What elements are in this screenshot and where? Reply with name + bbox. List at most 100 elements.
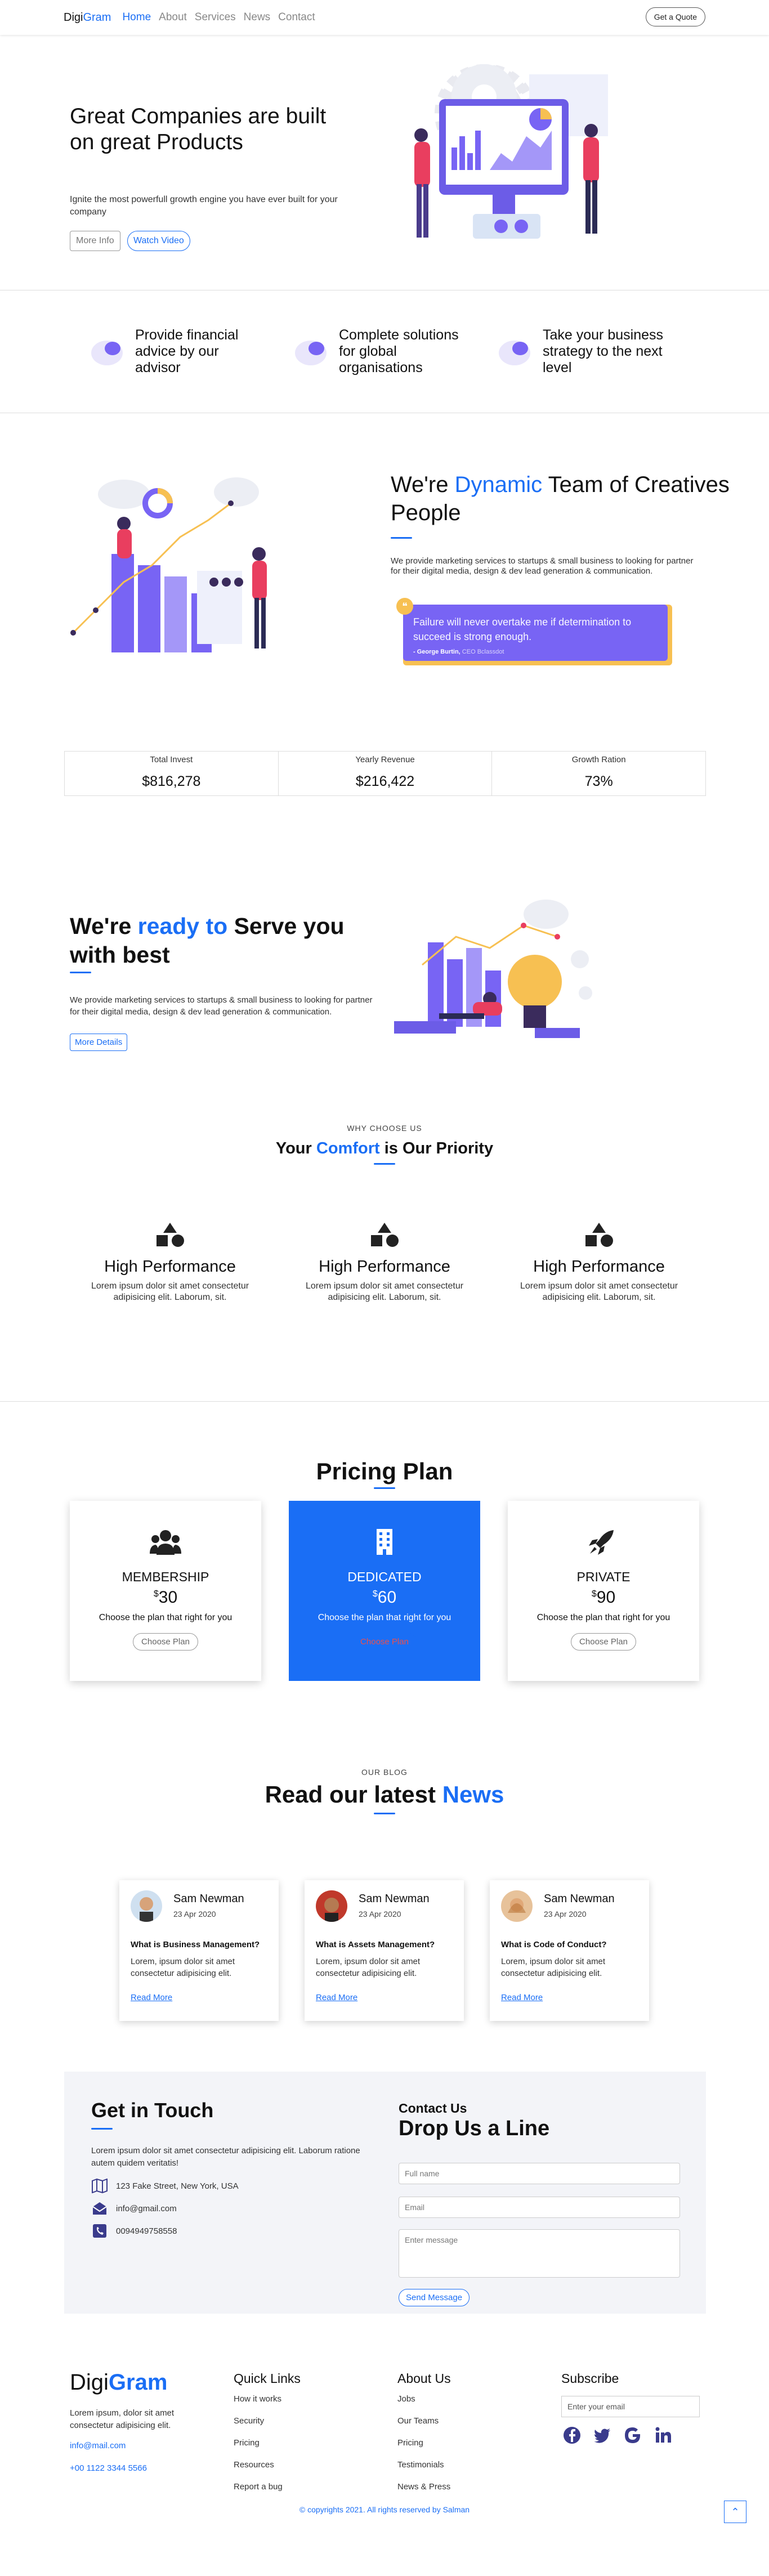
- stats-bar: Total Invest $816,278 Yearly Revenue $216,…: [64, 751, 706, 796]
- feature-blob-icon: [295, 341, 327, 365]
- choose-plan-button[interactable]: Choose Plan: [571, 1633, 636, 1651]
- stat-value: $216,422: [355, 773, 415, 789]
- hero-illustration: [388, 63, 625, 288]
- nav-home[interactable]: Home: [122, 11, 151, 24]
- send-message-button[interactable]: Send Message: [399, 2289, 470, 2306]
- google-icon[interactable]: [624, 2426, 642, 2444]
- quote-mark-icon: ❝: [396, 598, 413, 615]
- footer-link[interactable]: Testimonials: [397, 2460, 451, 2470]
- feature-item: Complete solutions for global organisati…: [294, 327, 474, 376]
- email-input[interactable]: Email: [399, 2197, 680, 2218]
- more-info-button[interactable]: More Info: [70, 231, 120, 251]
- contact-box: Get in Touch Lorem ipsum dolor sit amet …: [64, 2072, 706, 2314]
- nav-news[interactable]: News: [244, 11, 271, 24]
- footer-link[interactable]: Our Teams: [397, 2416, 451, 2426]
- nav-about[interactable]: About: [159, 11, 187, 24]
- message-textarea[interactable]: Enter message: [399, 2229, 680, 2278]
- footer-link[interactable]: Resources: [234, 2460, 301, 2470]
- feature-text: Provide financial advice by our advisor: [135, 327, 239, 375]
- plan-name: MEMBERSHIP: [122, 1569, 209, 1584]
- footer-link[interactable]: Pricing: [397, 2438, 451, 2448]
- footer-link[interactable]: News & Press: [397, 2482, 451, 2492]
- linkedin-icon[interactable]: [654, 2426, 672, 2444]
- read-more-link[interactable]: Read More: [131, 1993, 172, 2002]
- plan-currency: $: [372, 1589, 378, 1599]
- hero-subtitle: Ignite the most powerfull growth engine …: [70, 195, 338, 217]
- contact-address: 123 Fake Street, New York, USA: [91, 2179, 239, 2193]
- plan-desc: Choose the plan that right for you: [318, 1613, 451, 1622]
- footer-link[interactable]: Report a bug: [234, 2482, 301, 2492]
- envelope-open-icon: [92, 2202, 107, 2215]
- blog-date: 23 Apr 2020: [544, 1909, 587, 1918]
- blog-author: Sam Newman: [544, 1893, 615, 1905]
- footer-email[interactable]: info@mail.com: [70, 2441, 126, 2450]
- pricing-title: Pricing Plan: [316, 1458, 453, 1484]
- back-to-top-button[interactable]: ⌃: [724, 2501, 746, 2523]
- more-details-button[interactable]: More Details: [70, 1034, 128, 1051]
- blog-question: What is Assets Management?: [316, 1940, 435, 1949]
- address-text: 123 Fake Street, New York, USA: [116, 2181, 239, 2191]
- blog-question: What is Code of Conduct?: [501, 1940, 607, 1949]
- why-choose-section: WHY CHOOSE US Your Comfort is Our Priori…: [0, 1106, 769, 1401]
- full-name-input[interactable]: Full name: [399, 2163, 680, 2184]
- copyright-text: © copyrights 2021. All rights reserved b…: [299, 2505, 470, 2514]
- footer-brand[interactable]: DigiGram: [70, 2370, 167, 2395]
- watch-video-button[interactable]: Watch Video: [127, 231, 190, 251]
- contact-description: Lorem ipsum dolor sit amet consectetur a…: [91, 2146, 360, 2168]
- why-card-desc: Lorem ipsum dolor sit amet consectetur a…: [305, 1281, 464, 1302]
- title-underline: [374, 1813, 395, 1814]
- brand-part-2: Gram: [108, 2370, 168, 2395]
- why-card: High Performance Lorem ipsum dolor sit a…: [515, 1223, 683, 1303]
- read-more-link[interactable]: Read More: [316, 1993, 357, 2002]
- brand-logo[interactable]: DigiGram: [64, 11, 111, 24]
- read-more-link[interactable]: Read More: [501, 1993, 543, 2002]
- get-quote-button[interactable]: Get a Quote: [645, 7, 705, 26]
- choose-plan-button[interactable]: Choose Plan: [352, 1633, 417, 1651]
- team-section: We're Dynamic Team of Creatives People W…: [0, 413, 769, 813]
- stat-value: 73%: [584, 773, 613, 789]
- blog-excerpt: Lorem, ipsum dolor sit amet consectetur …: [131, 1957, 235, 1978]
- footer-heading: About Us: [397, 2371, 451, 2386]
- nav-contact[interactable]: Contact: [278, 11, 315, 24]
- title-highlight: News: [442, 1781, 504, 1808]
- blog-date: 23 Apr 2020: [359, 1909, 401, 1918]
- brand-part-1: Digi: [64, 11, 83, 24]
- footer-description: Lorem ipsum, dolor sit amet consectetur …: [70, 2408, 175, 2430]
- title-underline: [374, 1163, 395, 1165]
- nav-services[interactable]: Services: [195, 11, 236, 24]
- feature-item: Provide financial advice by our advisor: [90, 327, 259, 376]
- title-highlight: Comfort: [316, 1139, 380, 1157]
- footer-link[interactable]: How it works: [234, 2394, 301, 2404]
- feature-text: Complete solutions for global organisati…: [339, 327, 459, 375]
- quick-links: Quick Links How it works Security Pricin…: [234, 2371, 301, 2504]
- pricing-card-dedicated: DEDICATED $60 Choose the plan that right…: [289, 1501, 480, 1681]
- title-underline: [374, 1487, 395, 1489]
- stat-value: $816,278: [142, 773, 201, 789]
- footer-link[interactable]: Jobs: [397, 2394, 451, 2404]
- footer-link[interactable]: Pricing: [234, 2438, 301, 2448]
- section-eyebrow: OUR BLOG: [361, 1768, 408, 1777]
- choose-plan-button[interactable]: Choose Plan: [133, 1633, 198, 1651]
- title-part: We're: [70, 913, 138, 939]
- blog-date: 23 Apr 2020: [173, 1909, 216, 1918]
- plan-price-value: 60: [377, 1588, 397, 1607]
- subscribe-email-input[interactable]: Enter your email: [561, 2396, 700, 2417]
- phone-text[interactable]: 0094949758558: [116, 2226, 177, 2236]
- facebook-icon[interactable]: [563, 2426, 581, 2444]
- serve-section: We're ready to Serve you with best We pr…: [0, 813, 769, 1106]
- twitter-icon[interactable]: [593, 2426, 611, 2444]
- footer-phone[interactable]: +00 1122 3344 5566: [70, 2463, 147, 2473]
- quote-author-role: CEO Bclassdot: [462, 649, 504, 655]
- chevron-up-icon: ⌃: [731, 2506, 740, 2517]
- testimonial-quote: ❝ Failure will never overtake me if dete…: [396, 598, 672, 665]
- team-title: We're Dynamic Team of Creatives People: [391, 471, 769, 527]
- shapes-icon: [585, 1223, 613, 1247]
- why-card-desc: Lorem ipsum dolor sit amet consectetur a…: [520, 1281, 678, 1302]
- footer-link[interactable]: Security: [234, 2416, 301, 2426]
- hero-section: Great Companies are built on great Produ…: [0, 35, 769, 290]
- stat-label: Growth Ration: [571, 755, 626, 764]
- email-text[interactable]: info@gmail.com: [116, 2204, 177, 2213]
- blog-card: Sam Newman 23 Apr 2020 What is Business …: [119, 1880, 279, 2021]
- map-icon: [92, 2179, 108, 2193]
- building-icon: [377, 1529, 392, 1555]
